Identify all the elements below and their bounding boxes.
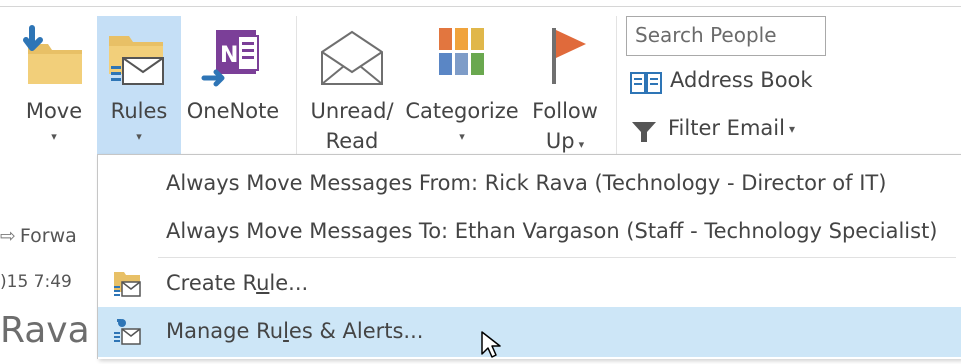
follow-up-button[interactable]: Follow Up ▾ [524,16,606,154]
unread-read-button[interactable]: Unread/ Read [304,16,400,154]
rules-icon [97,22,181,92]
rules-label: Rules [110,99,168,123]
menu-item-label: Always Move Messages From: Rick Rava (Te… [166,171,887,195]
address-book-button[interactable]: Address Book [630,66,830,98]
unread-label-line2: Read [325,129,379,153]
forward-label: Forwa [19,225,77,247]
categorize-dropdown-arrow[interactable]: ▾ [403,130,521,143]
rules-button[interactable]: Rules ▾ [97,16,181,154]
categorize-label: Categorize [405,99,519,123]
group-separator [296,16,297,154]
filter-email-label: Filter Email ▾ [668,116,795,140]
svg-text:N: N [220,43,238,68]
move-label: Move [25,99,83,123]
address-book-icon [630,72,662,99]
menu-item-label: Manage Rules & Alerts... [166,319,424,343]
menu-item-label: Always Move Messages To: Ethan Vargason … [166,219,938,243]
filter-email-button[interactable]: Filter Email ▾ [630,114,830,146]
categorize-button[interactable]: Categorize ▾ [403,16,521,154]
onenote-icon: N [182,22,284,92]
forward-icon: ⇨ [0,225,16,247]
move-dropdown-arrow[interactable]: ▾ [14,130,94,143]
flag-icon [524,22,606,92]
onenote-label: OneNote [186,99,280,123]
sender-name: Rava [0,310,90,351]
filter-email-dropdown-arrow[interactable]: ▾ [789,122,795,136]
mouse-cursor-icon [480,330,510,360]
envelope-icon [304,22,400,92]
rules-dropdown-menu: Always Move Messages From: Rick Rava (Te… [97,154,961,359]
unread-label-line1: Unread/ [310,99,394,123]
menu-separator [158,257,956,258]
menu-item-manage-rules-alerts[interactable]: Manage Rules & Alerts... [98,307,961,357]
ribbon-top-border [0,6,961,7]
move-button[interactable]: Move ▾ [14,16,94,154]
follow-up-dropdown-arrow[interactable]: ▾ [579,138,585,151]
rules-dropdown-arrow[interactable]: ▾ [97,130,181,143]
manage-rules-icon [110,316,144,348]
menu-item-label: Create Rule... [166,271,309,295]
categorize-icon [403,22,521,92]
forward-button[interactable]: ⇨ Forwa [0,225,77,247]
search-people-input[interactable]: Search People [626,16,826,56]
menu-item-create-rule[interactable]: Create Rule... [98,259,961,309]
message-date: )15 7:49 [0,272,72,292]
create-rule-icon [110,268,144,300]
filter-icon [630,120,658,149]
move-folder-icon [14,22,94,92]
menu-item-always-move-from[interactable]: Always Move Messages From: Rick Rava (Te… [98,159,961,209]
menu-item-always-move-to[interactable]: Always Move Messages To: Ethan Vargason … [98,207,961,257]
onenote-button[interactable]: N OneNote [182,16,284,154]
address-book-label: Address Book [670,68,813,92]
follow-up-label-line1: Follow [532,99,598,123]
group-separator [616,16,617,154]
